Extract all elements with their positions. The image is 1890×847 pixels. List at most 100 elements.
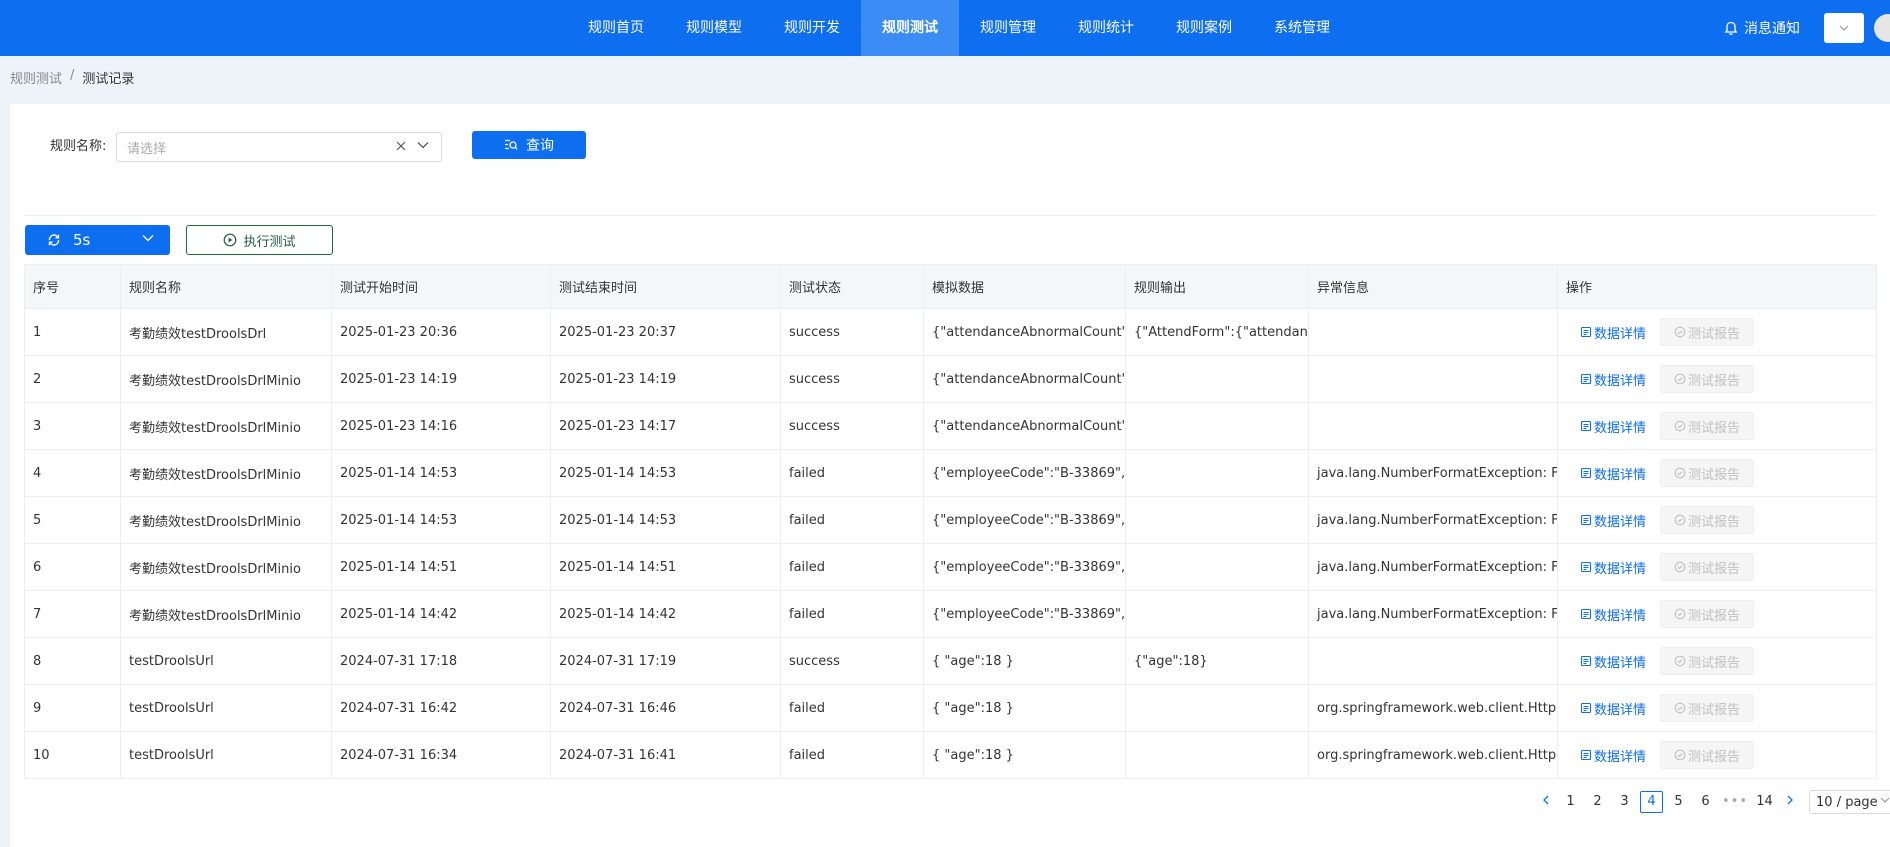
- user-dropdown[interactable]: [1824, 13, 1864, 43]
- cell-start-time: 2025-01-23 14:16: [331, 402, 551, 450]
- data-detail-link[interactable]: 数据详情: [1580, 464, 1646, 483]
- actions-group: 数据详情 测试报告: [1566, 639, 1876, 684]
- nav-item-rule-dev[interactable]: 规则开发: [763, 0, 861, 56]
- page-number[interactable]: 1: [1559, 791, 1582, 813]
- data-detail-link[interactable]: 数据详情: [1580, 652, 1646, 671]
- notification-button[interactable]: 消息通知: [1724, 0, 1800, 56]
- cell-error-info: [1308, 308, 1558, 356]
- data-detail-link[interactable]: 数据详情: [1580, 558, 1646, 577]
- nav-item-rules-home[interactable]: 规则首页: [567, 0, 665, 56]
- cell-start-time: 2024-07-31 16:42: [331, 684, 551, 732]
- page-number[interactable]: 4: [1640, 791, 1663, 813]
- check-circle-icon: [1674, 514, 1686, 526]
- page-ellipsis[interactable]: •••: [1721, 791, 1749, 813]
- next-page-button[interactable]: [1778, 791, 1801, 813]
- rule-name-select[interactable]: 请选择: [116, 132, 442, 162]
- table-row: 3 考勤绩效testDroolsDrlMinio 2025-01-23 14:16 2…: [24, 402, 1877, 450]
- cell-mock-data: {"employeeCode":"B-33869","ap: [923, 449, 1126, 497]
- page-number[interactable]: 3: [1613, 791, 1636, 813]
- data-detail-link[interactable]: 数据详情: [1580, 417, 1646, 436]
- cell-rule-name: testDroolsUrl: [120, 637, 332, 685]
- test-report-button[interactable]: 测试报告: [1660, 459, 1755, 487]
- cell-rule-name: 考勤绩效testDroolsDrl: [120, 308, 332, 356]
- data-detail-label: 数据详情: [1594, 467, 1647, 483]
- col-header-actions: 操作: [1557, 264, 1877, 309]
- test-report-button[interactable]: 测试报告: [1660, 741, 1755, 769]
- nav-item-rule-model[interactable]: 规则模型: [665, 0, 763, 56]
- test-report-button[interactable]: 测试报告: [1660, 600, 1755, 628]
- page-size-select[interactable]: 10 / page: [1809, 790, 1890, 814]
- page-number[interactable]: 14: [1753, 791, 1776, 813]
- actions-group: 数据详情 测试报告: [1566, 686, 1876, 731]
- cell-error-info: java.lang.NumberFormatException: For in: [1308, 543, 1558, 591]
- test-report-label: 测试报告: [1688, 702, 1741, 718]
- test-report-label: 测试报告: [1688, 749, 1741, 765]
- cell-rule-output: [1125, 355, 1309, 403]
- data-detail-link[interactable]: 数据详情: [1580, 323, 1646, 342]
- cell-start-time: 2025-01-14 14:42: [331, 590, 551, 638]
- document-icon: [1580, 373, 1592, 385]
- cell-end-time: 2025-01-14 14:42: [550, 590, 781, 638]
- cell-end-time: 2024-07-31 16:41: [550, 731, 781, 779]
- document-icon: [1580, 420, 1592, 432]
- cell-actions: 数据详情 测试报告: [1557, 355, 1877, 403]
- nav-item-rule-test[interactable]: 规则测试: [861, 0, 959, 56]
- cell-error-info: java.lang.NumberFormatException: For in: [1308, 496, 1558, 544]
- check-circle-icon: [1674, 420, 1686, 432]
- test-report-button[interactable]: 测试报告: [1660, 694, 1755, 722]
- cell-actions: 数据详情 测试报告: [1557, 637, 1877, 685]
- test-report-label: 测试报告: [1688, 655, 1741, 671]
- data-detail-link[interactable]: 数据详情: [1580, 370, 1646, 389]
- cell-end-time: 2025-01-23 20:37: [550, 308, 781, 356]
- data-detail-link[interactable]: 数据详情: [1580, 699, 1646, 718]
- check-circle-icon: [1674, 373, 1686, 385]
- document-icon: [1580, 655, 1592, 667]
- cell-mock-data: {"attendanceAbnormalCount":5, ": [923, 355, 1126, 403]
- data-detail-label: 数据详情: [1594, 326, 1647, 342]
- table-row: 1 考勤绩效testDroolsDrl 2025-01-23 20:36 2025-0…: [24, 308, 1877, 356]
- prev-page-button[interactable]: [1534, 791, 1557, 813]
- divider: [24, 215, 1876, 216]
- data-detail-label: 数据详情: [1594, 655, 1647, 671]
- test-report-button[interactable]: 测试报告: [1660, 365, 1755, 393]
- nav-item-rule-manage[interactable]: 规则管理: [959, 0, 1057, 56]
- test-report-button[interactable]: 测试报告: [1660, 506, 1755, 534]
- data-detail-link[interactable]: 数据详情: [1580, 746, 1646, 765]
- page-number[interactable]: 5: [1667, 791, 1690, 813]
- cell-status: success: [780, 355, 924, 403]
- clear-icon[interactable]: [395, 140, 407, 152]
- page-number[interactable]: 2: [1586, 791, 1609, 813]
- page-size-value: 10 / page: [1816, 794, 1878, 810]
- execute-test-button[interactable]: 执行测试: [186, 225, 333, 255]
- data-detail-link[interactable]: 数据详情: [1580, 511, 1646, 530]
- cell-no: 10: [24, 731, 121, 779]
- check-circle-icon: [1674, 608, 1686, 620]
- cell-no: 2: [24, 355, 121, 403]
- auto-refresh-select[interactable]: 5s: [25, 225, 170, 255]
- test-report-button[interactable]: 测试报告: [1660, 318, 1755, 346]
- nav-item-rule-cases[interactable]: 规则案例: [1155, 0, 1253, 56]
- actions-group: 数据详情 测试报告: [1566, 310, 1876, 355]
- nav-item-rule-stats[interactable]: 规则统计: [1057, 0, 1155, 56]
- page-number[interactable]: 6: [1694, 791, 1717, 813]
- cell-start-time: 2025-01-14 14:53: [331, 449, 551, 497]
- test-report-button[interactable]: 测试报告: [1660, 553, 1755, 581]
- cell-rule-output: [1125, 684, 1309, 732]
- cell-end-time: 2025-01-14 14:53: [550, 496, 781, 544]
- cell-actions: 数据详情 测试报告: [1557, 684, 1877, 732]
- query-button[interactable]: 查询: [472, 131, 586, 159]
- breadcrumb: 规则测试 / 测试记录: [10, 68, 134, 87]
- search-list-icon: [505, 139, 518, 150]
- data-detail-link[interactable]: 数据详情: [1580, 605, 1646, 624]
- nav-item-system-manage[interactable]: 系统管理: [1253, 0, 1351, 56]
- document-icon: [1580, 467, 1592, 479]
- cell-rule-name: 考勤绩效testDroolsDrlMinio: [120, 590, 332, 638]
- col-header-rule-output: 规则输出: [1125, 264, 1309, 309]
- breadcrumb-parent[interactable]: 规则测试: [10, 68, 62, 87]
- table-row: 9 testDroolsUrl 2024-07-31 16:42 2024-07-31…: [24, 684, 1877, 732]
- cell-mock-data: {"employeeCode":"B-33869","ap: [923, 543, 1126, 591]
- test-report-button[interactable]: 测试报告: [1660, 647, 1755, 675]
- test-report-button[interactable]: 测试报告: [1660, 412, 1755, 440]
- document-icon: [1580, 561, 1592, 573]
- avatar[interactable]: [1874, 14, 1890, 42]
